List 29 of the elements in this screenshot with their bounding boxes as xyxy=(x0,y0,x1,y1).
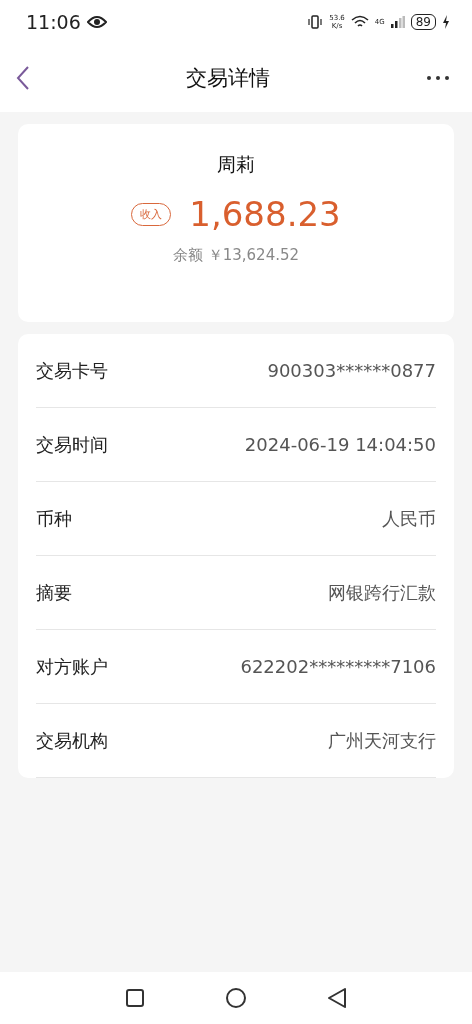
clock-time: 11:06 xyxy=(26,11,81,33)
detail-value: 2024-06-19 14:04:50 xyxy=(244,434,436,455)
detail-label: 摘要 xyxy=(36,580,72,605)
battery-level: 89 xyxy=(410,14,436,30)
eye-icon xyxy=(86,15,107,29)
detail-value: 广州天河支行 xyxy=(328,728,436,753)
vibrate-icon xyxy=(307,15,324,29)
charging-icon xyxy=(442,15,450,29)
balance-value: ￥13,624.52 xyxy=(207,246,300,264)
detail-value: 网银跨行汇款 xyxy=(328,580,436,605)
detail-label: 对方账户 xyxy=(36,654,108,679)
detail-label: 交易卡号 xyxy=(36,358,108,383)
home-icon[interactable] xyxy=(225,987,247,1009)
detail-label: 交易机构 xyxy=(36,728,108,753)
balance-label: 余额 xyxy=(172,246,203,264)
detail-value: 622202*********7106 xyxy=(240,656,436,677)
wifi-icon xyxy=(350,15,369,29)
signal-icon xyxy=(390,16,405,28)
back-icon[interactable] xyxy=(16,65,30,91)
payer-name: 周莉 xyxy=(217,152,255,177)
back-nav-icon[interactable] xyxy=(327,987,347,1009)
page-title: 交易详情 xyxy=(186,65,270,92)
detail-label: 币种 xyxy=(36,506,72,531)
amount: 1,688.23 xyxy=(189,194,341,234)
detail-label: 交易时间 xyxy=(36,432,108,457)
more-icon[interactable] xyxy=(426,75,450,81)
recent-apps-icon[interactable] xyxy=(125,988,145,1008)
detail-value: 人民币 xyxy=(382,506,436,531)
detail-value: 900303******0877 xyxy=(267,360,436,381)
